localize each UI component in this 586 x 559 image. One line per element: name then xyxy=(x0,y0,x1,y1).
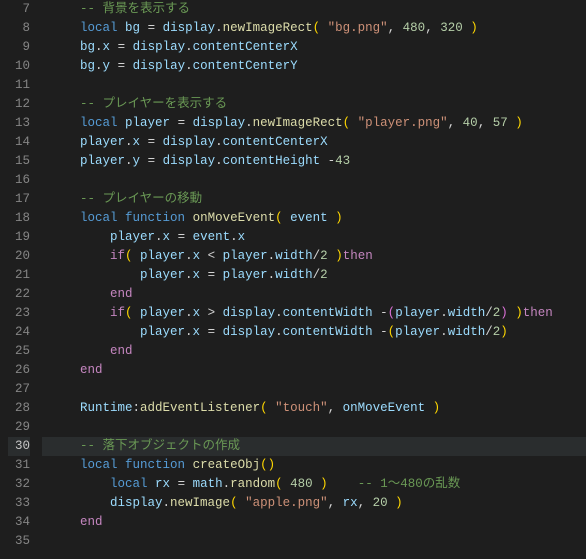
line-number: 18 xyxy=(8,209,30,228)
code-line[interactable]: local function createObj() xyxy=(42,456,586,475)
code-line[interactable]: end xyxy=(42,361,586,380)
line-number: 16 xyxy=(8,171,30,190)
line-number: 15 xyxy=(8,152,30,171)
line-number: 25 xyxy=(8,342,30,361)
line-number: 13 xyxy=(8,114,30,133)
code-line[interactable]: end xyxy=(42,513,586,532)
code-line[interactable]: end xyxy=(42,285,586,304)
code-line[interactable]: player.x = display.contentCenterX xyxy=(42,133,586,152)
line-number: 34 xyxy=(8,513,30,532)
line-number: 7 xyxy=(8,0,30,19)
line-number: 12 xyxy=(8,95,30,114)
code-line[interactable]: Runtime:addEventListener( "touch", onMov… xyxy=(42,399,586,418)
code-line[interactable]: player.y = display.contentHeight -43 xyxy=(42,152,586,171)
line-number: 29 xyxy=(8,418,30,437)
line-number: 22 xyxy=(8,285,30,304)
line-number: 11 xyxy=(8,76,30,95)
line-number: 35 xyxy=(8,532,30,551)
line-number-gutter: 7891011121314151617181920212223242526272… xyxy=(0,0,42,559)
code-line[interactable]: end xyxy=(42,342,586,361)
line-number: 17 xyxy=(8,190,30,209)
line-number: 21 xyxy=(8,266,30,285)
code-line[interactable]: -- プレイヤーの移動 xyxy=(42,190,586,209)
line-number: 10 xyxy=(8,57,30,76)
line-number: 19 xyxy=(8,228,30,247)
code-line[interactable]: local function onMoveEvent( event ) xyxy=(42,209,586,228)
code-editor[interactable]: 7891011121314151617181920212223242526272… xyxy=(0,0,586,559)
code-area[interactable]: -- 背景を表示する local bg = display.newImageRe… xyxy=(42,0,586,559)
code-line[interactable]: display.newImage( "apple.png", rx, 20 ) xyxy=(42,494,586,513)
line-number: 23 xyxy=(8,304,30,323)
code-line[interactable]: -- 落下オブジェクトの作成 xyxy=(42,437,586,456)
code-line[interactable]: -- プレイヤーを表示する xyxy=(42,95,586,114)
line-number: 8 xyxy=(8,19,30,38)
code-line[interactable] xyxy=(42,418,586,437)
line-number: 14 xyxy=(8,133,30,152)
code-line[interactable]: bg.y = display.contentCenterY xyxy=(42,57,586,76)
code-line[interactable]: local bg = display.newImageRect( "bg.png… xyxy=(42,19,586,38)
code-line[interactable]: local rx = math.random( 480 ) -- 1～480の乱… xyxy=(42,475,586,494)
line-number: 30 xyxy=(8,437,30,456)
code-line[interactable]: player.x = event.x xyxy=(42,228,586,247)
code-line[interactable]: -- 背景を表示する xyxy=(42,0,586,19)
code-line[interactable] xyxy=(42,532,586,551)
line-number: 24 xyxy=(8,323,30,342)
code-line[interactable] xyxy=(42,76,586,95)
line-number: 26 xyxy=(8,361,30,380)
line-number: 20 xyxy=(8,247,30,266)
code-line[interactable] xyxy=(42,171,586,190)
line-number: 31 xyxy=(8,456,30,475)
code-line[interactable]: if( player.x < player.width/2 )then xyxy=(42,247,586,266)
code-line[interactable] xyxy=(42,380,586,399)
code-line[interactable]: player.x = player.width/2 xyxy=(42,266,586,285)
code-line[interactable]: bg.x = display.contentCenterX xyxy=(42,38,586,57)
line-number: 9 xyxy=(8,38,30,57)
line-number: 33 xyxy=(8,494,30,513)
line-number: 28 xyxy=(8,399,30,418)
code-line[interactable]: if( player.x > display.contentWidth -(pl… xyxy=(42,304,586,323)
line-number: 27 xyxy=(8,380,30,399)
line-number: 32 xyxy=(8,475,30,494)
code-line[interactable]: local player = display.newImageRect( "pl… xyxy=(42,114,586,133)
code-line[interactable]: player.x = display.contentWidth -(player… xyxy=(42,323,586,342)
